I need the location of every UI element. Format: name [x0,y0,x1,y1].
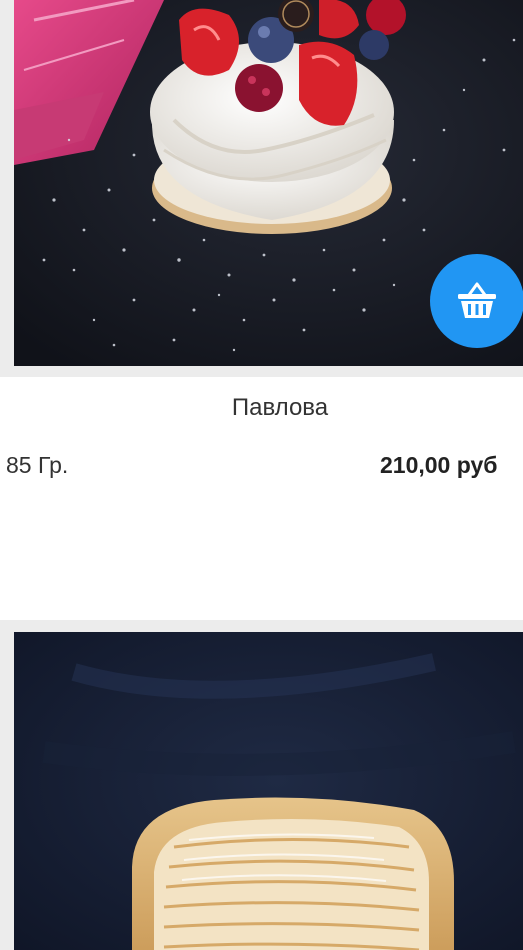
add-to-cart-button[interactable] [430,254,523,348]
basket-icon [458,282,496,318]
product-weight: 85 Гр. [6,452,69,478]
product-price: 210,00 руб [380,452,498,478]
product-image[interactable] [14,632,523,950]
product-list: Павлова 85 Гр. 210,00 руб [0,0,523,950]
product-card [0,620,523,950]
product-title[interactable]: Павлова [0,394,523,422]
apple-tart-photo [14,632,523,950]
product-card [0,0,523,377]
